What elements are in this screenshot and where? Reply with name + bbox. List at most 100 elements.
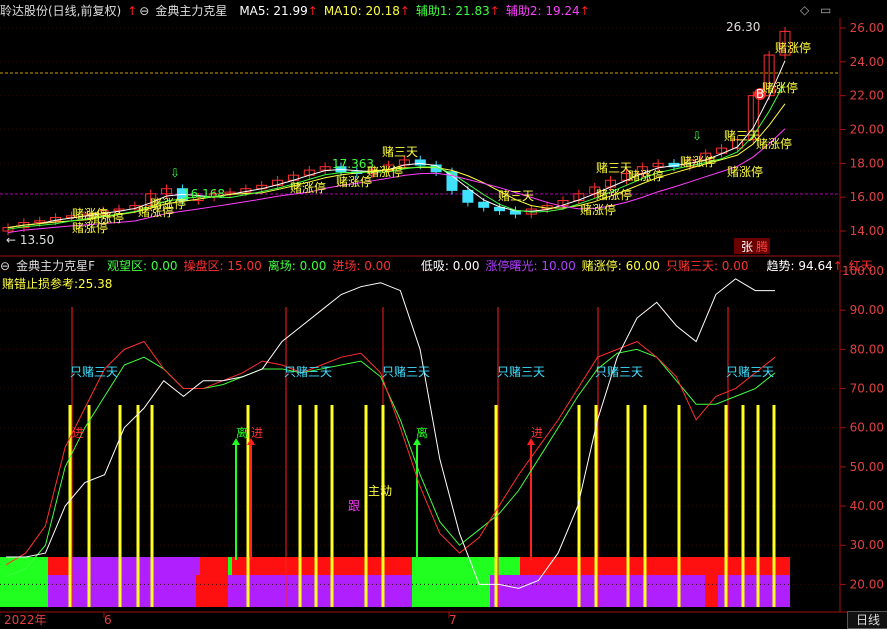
band-bottom — [0, 575, 48, 607]
red-label: 红天 — [848, 259, 873, 273]
stock-name[interactable]: 聆达股份(日线,前复权) — [0, 4, 121, 18]
bet-zt-label: 赌涨停 — [775, 40, 811, 55]
osc-tick-label: 90.00 — [850, 303, 884, 317]
settings-icon[interactable]: ⊖ — [139, 4, 149, 18]
yellow-bar — [756, 405, 760, 607]
up-arrow-icon: ↑ — [127, 4, 138, 18]
price-tick-label: 24.00 — [850, 55, 884, 69]
leave-mark: 离 — [236, 425, 248, 440]
low-label: ← 13.50 — [6, 233, 54, 247]
yellow-bar — [364, 405, 368, 607]
only-three-label: 只赌三天 — [726, 365, 774, 379]
mid1-label: 16.168 — [183, 187, 225, 201]
high-label: 26.30 — [726, 20, 760, 34]
bet-zt-label: 赌涨停 — [756, 136, 792, 151]
aux1-arrow: ↑ — [489, 4, 500, 18]
leave-mark-2: 离 — [416, 425, 428, 440]
bet-three-label: 赌三天 — [596, 161, 632, 175]
band-top — [200, 557, 228, 575]
aux1-value: 辅助1: 21.83 — [415, 4, 490, 18]
bet-limit-value: 赌涨停: 60.00 — [581, 259, 660, 273]
price-tick-label: 14.00 — [850, 224, 884, 238]
enter-value: 进场: 0.00 — [332, 259, 391, 273]
yellow-bar — [643, 405, 647, 607]
only-three-label: 只赌三天 — [497, 365, 545, 379]
band-top — [48, 557, 70, 575]
diamond-icon[interactable]: ◇ — [800, 3, 809, 17]
trend-arrow: ↑ — [832, 259, 843, 273]
osc-tick-label: 70.00 — [850, 382, 884, 396]
chart-canvas[interactable]: 26.00 24.00 22.00 20.00 18.00 16.00 14.00 26.30… — [0, 0, 887, 627]
indicator-name[interactable]: ⊖ 金典主力克星 — [139, 4, 233, 18]
leave-value: 离场: 0.00 — [267, 259, 327, 273]
ma5-value: MA5: 21.99 — [239, 4, 308, 18]
bet-three-value: 只赌三天: 0.00 — [665, 259, 749, 273]
header-bottom: ⊖ 金典主力克星F 观望区: 0.00 操盘区: 15.00 离场: 0.00 进场: 0… — [0, 259, 879, 273]
watch-value: 观望区: 0.00 — [106, 259, 178, 273]
price-tick-label: 18.00 — [850, 156, 884, 170]
bet-three-label: 赌三天 — [382, 145, 418, 159]
bet-zt-label: 赌涨停 — [580, 202, 616, 217]
yellow-bar — [298, 405, 302, 607]
candle-body — [462, 189, 474, 203]
only-three-label: 只赌三天 — [382, 365, 430, 379]
zhang-label: 张 — [741, 240, 753, 254]
only-three-label: 只赌三天 — [284, 365, 332, 379]
enter-mark: 进 — [251, 426, 263, 440]
price-tick-label: 22.00 — [850, 89, 884, 103]
yellow-bar — [150, 405, 154, 607]
yellow-bar — [594, 405, 598, 607]
bet-zt-label: 赌涨停 — [596, 187, 632, 202]
ma10-arrow: ↑ — [399, 4, 410, 18]
price-tick-label: 20.00 — [850, 123, 884, 137]
band-top — [0, 557, 48, 575]
ma5-arrow: ↑ — [307, 4, 318, 18]
band-bottom — [705, 575, 718, 607]
yellow-bar — [772, 405, 776, 607]
yellow-bar — [381, 405, 385, 607]
osc-tick-label: 40.00 — [850, 499, 884, 513]
band-bottom — [196, 575, 228, 607]
yellow-bar — [314, 405, 318, 607]
bet-zt-label: 赌涨停 — [680, 154, 716, 169]
band-top — [412, 557, 520, 575]
stop-loss-label: 赌错止损参考:25.38 — [2, 277, 113, 291]
yellow-bar — [626, 405, 630, 607]
date-label: 7 — [449, 613, 457, 627]
price-tick-label: 26.00 — [850, 21, 884, 35]
aux2-value: 辅助2: 19.24 — [505, 4, 580, 18]
yellow-bar — [87, 405, 91, 607]
bet-zt-label: 赌涨停 — [762, 80, 798, 95]
date-label: 6 — [104, 613, 112, 627]
header-top: 聆达股份(日线,前复权) ↑ ⊖ 金典主力克星 MA5: 21.99↑ MA10: 20.… — [0, 4, 596, 18]
price-tick-label: 16.00 — [850, 190, 884, 204]
only-three-label: 只赌三天 — [595, 365, 643, 379]
down-arrow-icon: ⇩ — [170, 166, 180, 180]
indicator-f-name[interactable]: ⊖ 金典主力克星F — [0, 259, 101, 273]
bet-zt-label: 赌涨停 — [727, 164, 763, 179]
settings-icon-2[interactable]: ⊖ — [0, 259, 10, 273]
yellow-bar — [724, 405, 728, 607]
osc-tick-label: 60.00 — [850, 421, 884, 435]
bet-zt-label: 赌涨停 — [290, 180, 326, 195]
enter-mark-2: 进 — [531, 426, 543, 440]
bet-three-label: 赌三天 — [498, 189, 534, 203]
operate-value: 操盘区: 15.00 — [183, 259, 262, 273]
indicator-label: 金典主力克星 — [155, 4, 228, 18]
osc-tick-label: 50.00 — [850, 460, 884, 474]
candle-body — [478, 201, 490, 208]
bet-zt-label: 赌涨停 — [88, 210, 124, 225]
bet-zt-label: 赌涨停 — [628, 168, 664, 183]
low-buy-value: 低吸: 0.00 — [420, 259, 480, 273]
follow-label: 跟 — [348, 499, 360, 513]
osc-tick-label: 80.00 — [850, 342, 884, 356]
main-force-label: 主动 — [368, 484, 392, 498]
band-top — [228, 557, 232, 575]
bet-zt-label: 赌涨停 — [367, 164, 403, 179]
teng-label: 腾 — [756, 239, 768, 254]
band-bottom — [718, 575, 790, 607]
enter-mark-3: 进 — [72, 426, 84, 440]
yellow-bar — [677, 405, 681, 607]
tab-daily[interactable]: 日线 — [847, 611, 887, 629]
close-icon[interactable]: ▭ — [820, 3, 831, 17]
